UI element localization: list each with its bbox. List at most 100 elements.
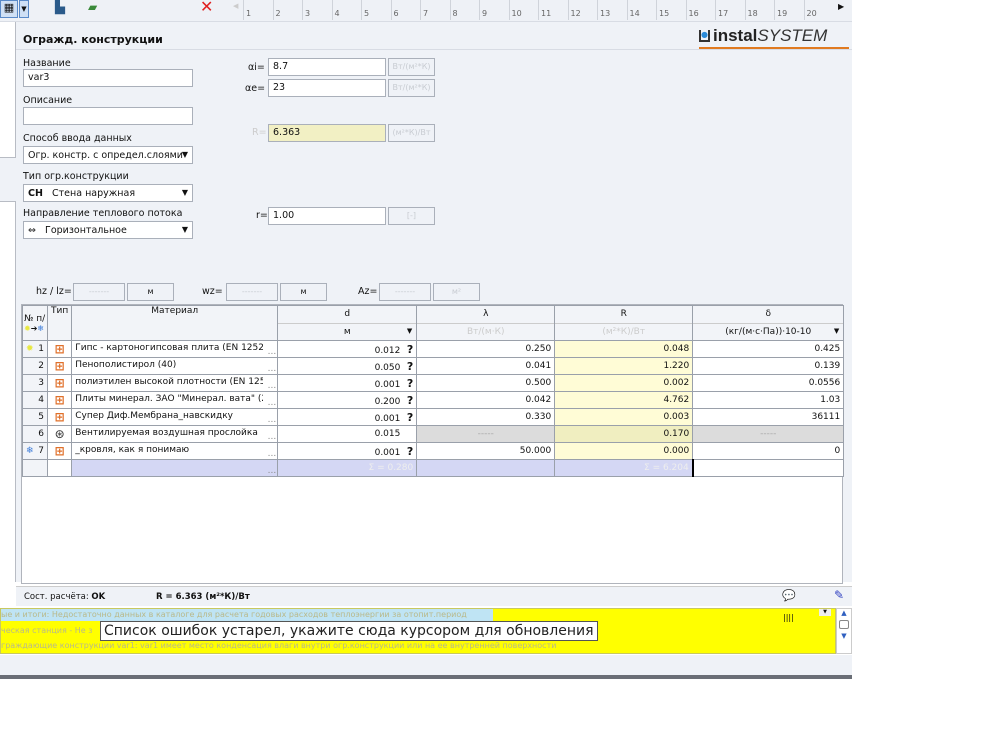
wz-label: wz= (202, 286, 223, 297)
cell-lambda[interactable]: 50.000 (416, 442, 556, 460)
browse-button[interactable]: ... (268, 432, 277, 442)
table-row[interactable]: 4 ⊞ Плиты минерал. ЗАО "Минерал. вата" (… (22, 391, 845, 409)
browse-button[interactable]: ... (268, 415, 277, 425)
browse-button[interactable]: ... (268, 364, 277, 374)
ruler-tick: 10 (508, 0, 522, 20)
dropdown-arrow-icon[interactable]: ▼ (19, 0, 29, 18)
type-select[interactable]: СН Стена наружная ▼ (23, 184, 193, 202)
ruler-tick: 14 (626, 0, 640, 20)
cell-material[interactable]: Плиты минерал. ЗАО "Минерал. вата" (25).… (71, 391, 279, 409)
table-row[interactable]: 3 ⊞ полиэтилен высокой плотности (EN 125… (22, 374, 845, 392)
logo-drop-icon: ● (699, 30, 710, 42)
type-code: СН (28, 188, 43, 199)
cell-d[interactable]: 0.200 ? (277, 391, 418, 409)
brush-icon[interactable]: ✎ (834, 588, 844, 602)
cell-material[interactable]: Гипс - картоногипсовая плита (EN 12524).… (71, 340, 279, 358)
cell-lambda[interactable]: 0.500 (416, 374, 556, 392)
R-label: R= (252, 127, 267, 138)
cell-delta[interactable]: 1.03 (692, 391, 845, 409)
cell-d[interactable]: 0.001 ? (277, 374, 418, 392)
cell-material[interactable]: полиэтилен высокой плотности (EN 125....… (71, 374, 279, 392)
input-mode-select[interactable]: Огр. констр. с определ.слоями ▼ (23, 146, 193, 164)
cell-delta[interactable]: 0.139 (692, 357, 845, 375)
alpha-e-unit[interactable]: Вт/(м²*К) (388, 79, 435, 97)
ruler-right-arrow-icon[interactable]: ▶ (838, 2, 844, 11)
name-input[interactable]: var3 (23, 69, 193, 87)
cell-lambda[interactable]: 0.250 (416, 340, 556, 358)
table-row[interactable]: ✹ 1 ⊞ Гипс - картоногипсовая плита (EN 12… (22, 340, 845, 358)
col-type-header: Тип (46, 305, 73, 341)
alpha-i-input[interactable]: 8.7 (268, 58, 386, 76)
ruler-tick: 19 (774, 0, 787, 20)
browse-button[interactable]: ... (268, 398, 277, 408)
table-row[interactable]: 2 ⊞ Пенополистирол (40)... 0.050 ? 0.041… (22, 357, 845, 375)
hz-unit[interactable]: м (127, 283, 174, 301)
exit-icon[interactable]: ▙ (55, 0, 65, 15)
error-line: ческая станция - Не з (1, 626, 93, 635)
brick-icon: ⊞ (54, 410, 65, 424)
snowflake-icon: ❄ (26, 446, 34, 456)
table-row[interactable]: 6 ⊛ Вентилируемая воздушная прослойка...… (22, 425, 845, 443)
az-input[interactable]: ------- (379, 283, 431, 301)
error-dropdown-button[interactable]: ▼ (819, 609, 831, 616)
cell-d[interactable]: 0.012 ? (277, 340, 418, 358)
cell-delta[interactable]: ----- (692, 425, 845, 443)
cell-d[interactable]: 0.001 ? (277, 408, 418, 426)
cell-d[interactable]: 0.001 ? (277, 442, 418, 460)
col-R-header: R (м²*К)/Вт (554, 305, 694, 341)
cell-delta[interactable]: 0.0556 (692, 374, 845, 392)
alpha-e-input[interactable]: 23 (268, 79, 386, 97)
hz-label: hz / lz= (36, 286, 72, 297)
R-unit[interactable]: (м²*К)/Вт (388, 124, 435, 142)
cell-lambda[interactable]: 0.041 (416, 357, 556, 375)
sun-icon: ✹ (24, 323, 31, 333)
table-row[interactable]: 5 ⊞ Супер Диф.Мембрана_навскидку... 0.00… (22, 408, 845, 426)
delta-edit-cell[interactable] (691, 459, 845, 477)
flow-select[interactable]: ⇔ Горизонтальное ▼ (23, 221, 193, 239)
table-row[interactable]: ❄ 7 ⊞ _кровля, как я понимаю... 0.001 ? 5… (22, 442, 845, 460)
cell-material[interactable]: Супер Диф.Мембрана_навскидку... (71, 408, 279, 426)
flow-value: Горизонтальное (45, 225, 127, 236)
cell-type: ⊞ (46, 408, 73, 426)
cell-delta[interactable]: 0 (692, 442, 845, 460)
az-unit[interactable]: м² (433, 283, 480, 301)
logo: ● instalSYSTEM (699, 25, 849, 49)
cell-material[interactable]: _кровля, как я понимаю... (71, 442, 279, 460)
ruler-tick: 7 (420, 0, 428, 20)
hz-input[interactable]: ------- (73, 283, 125, 301)
comment-icon[interactable]: 💬 (782, 589, 796, 602)
cell-d[interactable]: 0.050 ? (277, 357, 418, 375)
wz-input[interactable]: ------- (226, 283, 278, 301)
browse-button[interactable]: ... (268, 449, 277, 459)
cell-R: 0.170 (554, 425, 694, 443)
r-input[interactable]: 1.00 (268, 207, 386, 225)
question-icon: ? (406, 444, 414, 458)
delta-unit-select[interactable]: (кг/(м·с·Па))·10-10 ▼ (693, 323, 843, 340)
name-label: Название (23, 58, 71, 69)
delete-icon[interactable]: ✕ (200, 0, 213, 16)
type-value: Стена наружная (52, 188, 136, 199)
cell-d[interactable]: 0.015 (277, 425, 418, 443)
d-unit-select[interactable]: м ▼ (278, 323, 416, 340)
table-icon[interactable]: ▦ (0, 0, 18, 18)
description-input[interactable] (23, 107, 193, 125)
cell-delta[interactable]: 0.425 (692, 340, 845, 358)
browse-button[interactable]: ... (268, 381, 277, 391)
cell-lambda[interactable]: 0.330 (416, 408, 556, 426)
scroll-down-icon: ▼ (841, 632, 847, 640)
cell-material[interactable]: Вентилируемая воздушная прослойка... (71, 425, 279, 443)
cell-delta[interactable]: 36111 (692, 408, 845, 426)
cell-no: 6 (22, 425, 48, 443)
browse-button[interactable]: ... (268, 347, 277, 357)
books-icon[interactable]: ▰ (88, 0, 97, 14)
alpha-i-unit[interactable]: Вт/(м²*К) (388, 58, 435, 76)
ruler-tick: 15 (656, 0, 669, 20)
r-unit[interactable]: [-] (388, 207, 435, 225)
cell-material[interactable]: Пенополистирол (40)... (71, 357, 279, 375)
sun-icon: ✹ (26, 344, 34, 354)
ruler-left-arrow-icon[interactable]: ◀ (233, 2, 238, 10)
wz-unit[interactable]: м (280, 283, 327, 301)
cell-lambda[interactable]: ----- (416, 425, 556, 443)
cell-lambda[interactable]: 0.042 (416, 391, 556, 409)
error-scrollbar[interactable]: ▲ ▼ (836, 608, 852, 654)
